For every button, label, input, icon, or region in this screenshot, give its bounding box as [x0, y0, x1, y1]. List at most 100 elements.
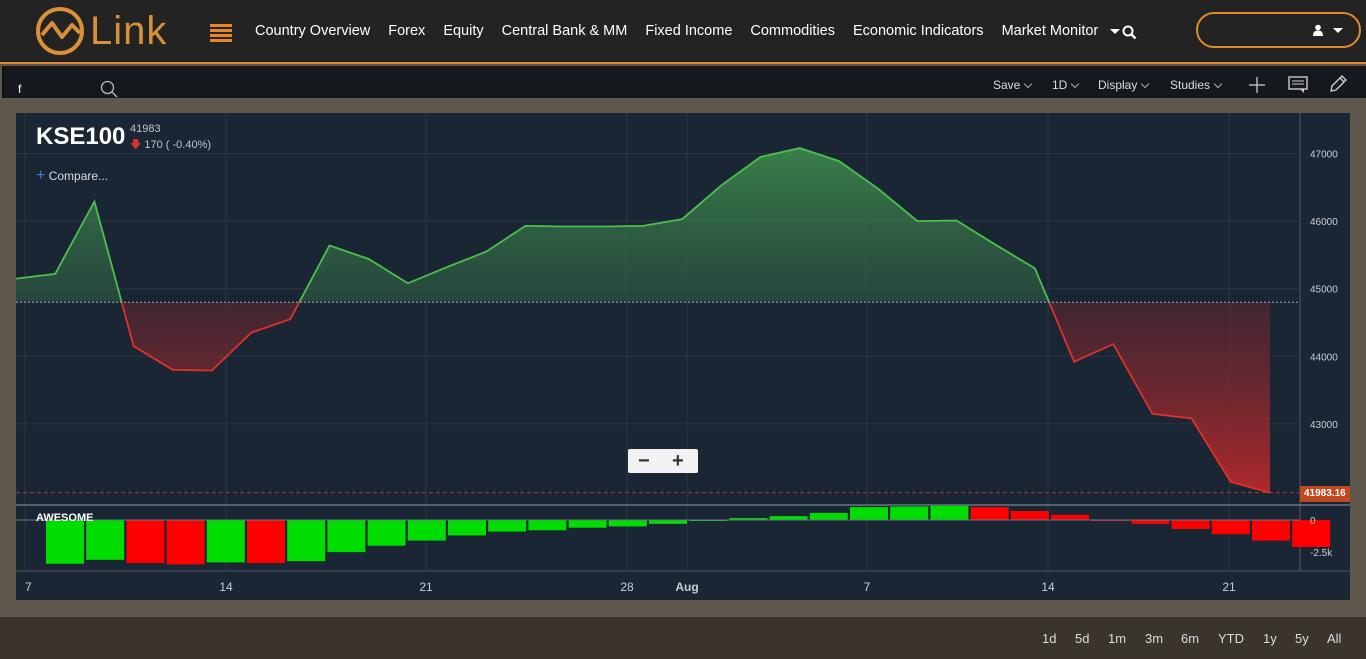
chevron-down-icon: [1213, 79, 1223, 89]
nav-market-monitor-label: Market Monitor: [1001, 23, 1099, 39]
x-tick-label: 7: [25, 580, 32, 594]
zoom-in-button[interactable]: +: [672, 449, 684, 473]
main-nav: Country Overview Forex Equity Central Ba…: [246, 0, 1129, 62]
top-navigation-bar: Link Country Overview Forex Equity Centr…: [0, 0, 1366, 64]
compare-label: Compare...: [48, 169, 109, 183]
display-button[interactable]: Display: [1098, 78, 1150, 92]
last-price-flag: 41983.16: [1300, 486, 1350, 502]
awesome-bar: [1131, 520, 1170, 524]
nav-central-bank[interactable]: Central Bank & MM: [502, 23, 628, 39]
compare-button[interactable]: + Compare...: [36, 167, 108, 185]
range-1d[interactable]: 1d: [1042, 631, 1056, 646]
logo-icon: [36, 7, 84, 55]
chart-panel[interactable]: 47000 46000 45000 44000 43000 0 -2.5k 7 14 21 28…: [16, 113, 1350, 600]
awesome-bar: [769, 516, 808, 520]
awesome-bar: [1252, 520, 1290, 541]
symbol-title: KSE100: [36, 123, 126, 150]
studies-button[interactable]: Studies: [1170, 78, 1223, 92]
search-icon[interactable]: [100, 80, 118, 98]
awesome-bar: [247, 520, 285, 564]
range-3m[interactable]: 3m: [1145, 631, 1163, 646]
x-tick-label: 7: [864, 580, 871, 594]
zoom-out-button[interactable]: −: [638, 449, 650, 473]
y-tick-label: 45000: [1310, 285, 1338, 296]
save-label: Save: [993, 78, 1021, 92]
awesome-bar: [206, 520, 245, 563]
x-tick-label: 14: [219, 580, 233, 594]
range-5d[interactable]: 5d: [1075, 631, 1089, 646]
nav-fixed-income[interactable]: Fixed Income: [645, 23, 732, 39]
x-tick-label: 14: [1041, 580, 1055, 594]
user-menu[interactable]: [1196, 12, 1361, 48]
range-5y[interactable]: 5y: [1295, 631, 1309, 646]
range-1y[interactable]: 1y: [1263, 631, 1277, 646]
symbol-search-input[interactable]: f: [18, 82, 21, 96]
awesome-bar: [166, 520, 205, 565]
nav-economic-indicators[interactable]: Economic Indicators: [853, 23, 984, 39]
logo[interactable]: Link: [34, 5, 167, 57]
y-tick-label: 43000: [1310, 420, 1338, 431]
range-6m[interactable]: 6m: [1181, 631, 1199, 646]
awesome-bar: [850, 507, 888, 520]
time-axis: 7 14 21 28 Aug 7 14 21: [25, 580, 1236, 594]
awesome-bar: [86, 520, 125, 560]
awesome-bar: [367, 520, 406, 546]
crosshair-plus-icon[interactable]: [1248, 76, 1266, 94]
price-chart[interactable]: 47000 46000 45000 44000 43000 0 -2.5k 7 14 21 28…: [16, 113, 1350, 600]
y-tick-label: 44000: [1310, 352, 1338, 363]
awesome-bar: [568, 520, 607, 528]
chevron-down-icon: [1071, 79, 1080, 89]
range-bar: 1d 5d 1m 3m 6m YTD 1y 5y All: [0, 617, 1366, 659]
last-price-flag-label: 41983.16: [1304, 488, 1346, 499]
chevron-down-icon: [1024, 79, 1033, 89]
interval-button[interactable]: 1D: [1052, 78, 1080, 92]
awesome-bar: [448, 520, 486, 536]
nav-forex[interactable]: Forex: [388, 23, 425, 39]
save-button[interactable]: Save: [993, 78, 1033, 92]
awesome-bar: [327, 520, 366, 553]
hamburger-menu-icon[interactable]: [210, 24, 232, 42]
awesome-bar: [649, 520, 687, 524]
awesome-bar: [890, 506, 929, 520]
zoom-control: − +: [628, 449, 698, 473]
range-1m[interactable]: 1m: [1108, 631, 1126, 646]
interval-label: 1D: [1052, 78, 1068, 92]
chevron-down-icon: [1110, 28, 1121, 34]
awesome-bar: [528, 520, 567, 531]
awesome-bar: [126, 520, 165, 564]
x-tick-label: 21: [419, 580, 433, 594]
pencil-icon[interactable]: [1328, 74, 1348, 94]
nav-commodities[interactable]: Commodities: [750, 23, 835, 39]
last-price: 41983: [130, 123, 161, 135]
awesome-bar: [407, 520, 446, 541]
logo-text: Link: [90, 8, 168, 53]
awesome-oscillator-bars: 0 -2.5k: [16, 505, 1333, 565]
search-icon[interactable]: [1122, 25, 1137, 40]
chevron-down-icon: [1141, 79, 1150, 89]
nav-country-overview[interactable]: Country Overview: [255, 23, 370, 39]
y-tick-label: 47000: [1310, 150, 1338, 161]
x-tick-label: Aug: [675, 580, 698, 594]
range-ytd[interactable]: YTD: [1218, 631, 1244, 646]
indicator-label: AWESOME: [36, 512, 94, 524]
arrow-down-icon: 🡇: [130, 139, 142, 151]
x-tick-label: 28: [620, 580, 634, 594]
oscillator-tick-label: 0: [1310, 516, 1316, 527]
awesome-bar: [1051, 514, 1089, 520]
nav-equity[interactable]: Equity: [443, 23, 483, 39]
studies-label: Studies: [1170, 78, 1211, 92]
user-icon: [1313, 24, 1323, 36]
awesome-bar: [1211, 520, 1250, 535]
nav-market-monitor[interactable]: Market Monitor: [1002, 23, 1121, 39]
awesome-bar: [488, 520, 527, 532]
comment-icon[interactable]: [1288, 76, 1308, 94]
awesome-bar: [287, 520, 326, 562]
chart-toolbar-inner: f Save 1D Display Studies: [2, 66, 1366, 98]
awesome-bar: [1010, 511, 1049, 520]
chart-toolbar: f Save 1D Display Studies: [0, 64, 1366, 99]
price-change: 🡇 170 ( -0.40%): [130, 136, 211, 155]
range-all[interactable]: All: [1327, 631, 1341, 646]
oscillator-tick-label: -2.5k: [1310, 548, 1333, 559]
x-tick-label: 21: [1222, 580, 1236, 594]
awesome-bar: [970, 507, 1009, 520]
